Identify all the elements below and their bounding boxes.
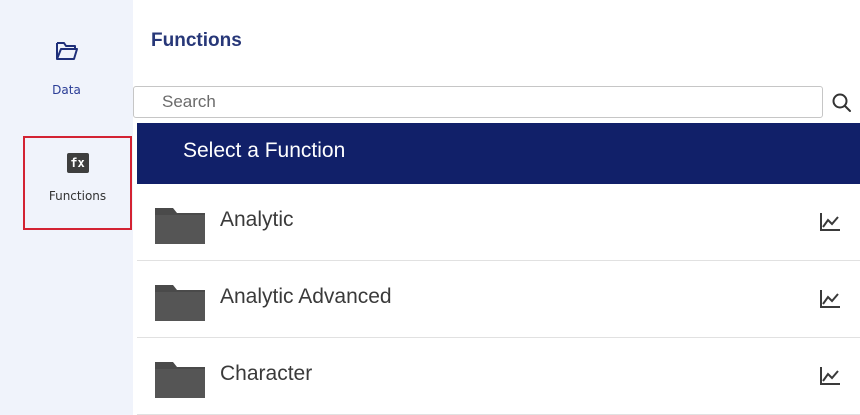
folder-icon xyxy=(155,281,205,321)
function-category-character[interactable]: Character xyxy=(137,338,860,415)
sidebar-item-label: Data xyxy=(52,83,81,97)
function-category-analytic-advanced[interactable]: Analytic Advanced xyxy=(137,261,860,338)
folder-icon xyxy=(155,204,205,244)
sidebar-item-data[interactable]: Data xyxy=(0,40,133,97)
functions-panel: Functions Select a Function Analytic xyxy=(133,0,860,415)
panel-title: Functions xyxy=(151,30,242,51)
search-box xyxy=(133,86,823,118)
chart-icon[interactable] xyxy=(818,211,842,233)
sidebar: Data fx Functions xyxy=(0,0,133,415)
chart-icon[interactable] xyxy=(818,365,842,387)
sidebar-item-functions[interactable]: fx Functions xyxy=(23,136,132,230)
list-item-label: Analytic xyxy=(220,208,294,231)
list-item-label: Character xyxy=(220,362,313,385)
folder-icon xyxy=(155,358,205,398)
list-header: Select a Function xyxy=(137,123,860,184)
folder-open-icon xyxy=(55,40,79,66)
chart-icon[interactable] xyxy=(818,288,842,310)
search-button[interactable] xyxy=(829,90,855,116)
function-category-analytic[interactable]: Analytic xyxy=(137,184,860,261)
list-item-label: Analytic Advanced xyxy=(220,285,392,308)
list-header-label: Select a Function xyxy=(183,139,346,162)
fx-icon: fx xyxy=(66,153,89,173)
search-icon xyxy=(829,93,855,120)
search-input[interactable] xyxy=(134,87,822,117)
sidebar-item-label: Functions xyxy=(48,189,107,203)
